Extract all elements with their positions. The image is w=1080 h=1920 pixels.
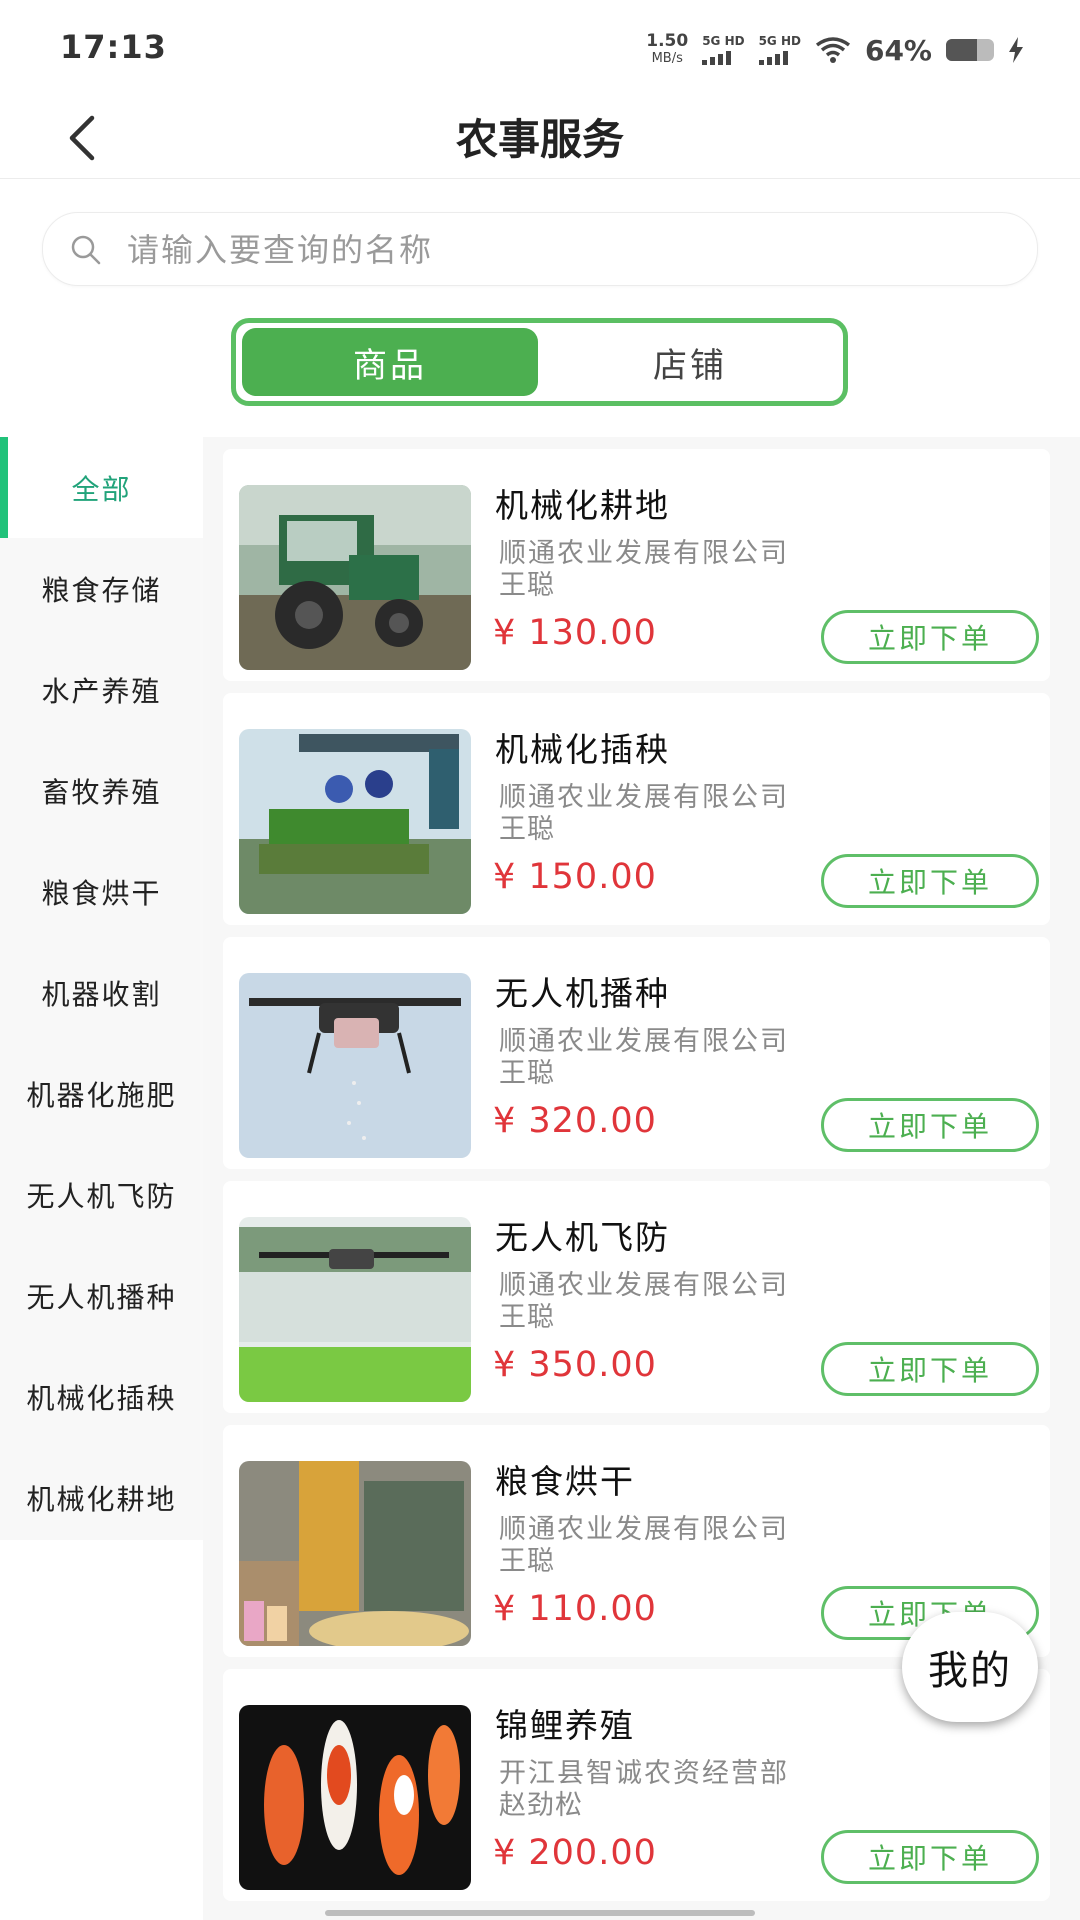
search-input[interactable] — [125, 213, 1009, 287]
order-now-button[interactable]: 立即下单 — [821, 1098, 1039, 1152]
product-contact: 赵劲松 — [499, 1790, 583, 1821]
koi-fish-image — [239, 1705, 471, 1890]
product-title: 机械化插秧 — [495, 730, 670, 769]
seeding-drone-image — [239, 973, 471, 1158]
order-now-button[interactable]: 立即下单 — [821, 610, 1039, 664]
product-price: ¥ 200.00 — [493, 1833, 657, 1873]
network-speed-value: 1.50 — [646, 31, 689, 51]
product-card[interactable]: 无人机播种 顺通农业发展有限公司 王聪 ¥ 320.00 立即下单 — [223, 937, 1050, 1169]
tab-products[interactable]: 商品 — [242, 328, 538, 396]
signal-sim1-icon: 5G HD — [702, 34, 745, 65]
product-contact: 王聪 — [499, 814, 555, 845]
sidebar-item-aquaculture[interactable]: 水产养殖 — [0, 639, 203, 740]
rice-transplanter-image — [239, 729, 471, 914]
battery-icon — [946, 39, 994, 61]
product-card[interactable]: 无人机飞防 顺通农业发展有限公司 王聪 ¥ 350.00 立即下单 — [223, 1181, 1050, 1413]
spraying-drone-image — [239, 1217, 471, 1402]
sidebar-item-machine-harvest[interactable]: 机器收割 — [0, 942, 203, 1043]
sidebar-item-grain-storage[interactable]: 粮食存储 — [0, 538, 203, 639]
product-contact: 王聪 — [499, 570, 555, 601]
status-bar: 17:13 1.50 MB/s 5G HD 5G HD 64% — [0, 0, 1080, 100]
segmented-tabs: 商品 店铺 — [231, 318, 848, 406]
tractor-image — [239, 485, 471, 670]
status-time: 17:13 — [60, 28, 167, 66]
search-bar[interactable] — [42, 212, 1038, 287]
product-contact: 王聪 — [499, 1058, 555, 1089]
signal-sim2-icon: 5G HD — [758, 34, 801, 65]
grain-dryer-image — [239, 1461, 471, 1646]
product-title: 无人机飞防 — [495, 1218, 670, 1257]
battery-percent: 64% — [864, 33, 932, 67]
sidebar-item-all[interactable]: 全部 — [0, 437, 203, 538]
product-price: ¥ 350.00 — [493, 1345, 657, 1385]
order-now-button[interactable]: 立即下单 — [821, 1342, 1039, 1396]
product-title: 锦鲤养殖 — [495, 1706, 635, 1745]
order-now-button[interactable]: 立即下单 — [821, 1830, 1039, 1884]
network-speed-unit: MB/s — [651, 51, 683, 66]
search-icon — [71, 235, 101, 265]
product-price: ¥ 320.00 — [493, 1101, 657, 1141]
sidebar-item-machine-fertilize[interactable]: 机器化施肥 — [0, 1043, 203, 1144]
product-contact: 王聪 — [499, 1302, 555, 1333]
sidebar-item-machine-tillage[interactable]: 机械化耕地 — [0, 1447, 203, 1548]
network-speed: 1.50 MB/s — [646, 33, 688, 67]
product-card[interactable]: 机械化插秧 顺通农业发展有限公司 王聪 ¥ 150.00 立即下单 — [223, 693, 1050, 925]
sidebar-item-livestock[interactable]: 畜牧养殖 — [0, 740, 203, 841]
sidebar-item-grain-drying[interactable]: 粮食烘干 — [0, 841, 203, 942]
order-now-button[interactable]: 立即下单 — [821, 854, 1039, 908]
product-price: ¥ 150.00 — [493, 857, 657, 897]
sidebar-item-drone-spraying[interactable]: 无人机飞防 — [0, 1144, 203, 1245]
sim2-label: 5G HD — [758, 34, 801, 48]
app-header: 农事服务 — [0, 100, 1080, 179]
my-floating-button[interactable]: 我的 — [902, 1612, 1038, 1722]
status-icons: 1.50 MB/s 5G HD 5G HD 64% — [646, 30, 1024, 70]
category-sidebar: 全部 粮食存储 水产养殖 畜牧养殖 粮食烘干 机器收割 机器化施肥 无人机飞防 … — [0, 437, 203, 1540]
product-price: ¥ 110.00 — [493, 1589, 657, 1629]
product-title: 粮食烘干 — [495, 1462, 635, 1501]
page-title: 农事服务 — [455, 115, 624, 164]
charging-icon — [1009, 37, 1023, 63]
home-indicator[interactable] — [325, 1910, 755, 1916]
tab-shops[interactable]: 店铺 — [542, 328, 838, 396]
product-title: 机械化耕地 — [495, 486, 670, 525]
product-contact: 王聪 — [499, 1546, 555, 1577]
sidebar-item-machine-transplant[interactable]: 机械化插秧 — [0, 1346, 203, 1447]
product-price: ¥ 130.00 — [493, 613, 657, 653]
wifi-icon — [815, 37, 851, 63]
product-title: 无人机播种 — [495, 974, 670, 1013]
product-card[interactable]: 机械化耕地 顺通农业发展有限公司 王聪 ¥ 130.00 立即下单 — [223, 449, 1050, 681]
sim1-label: 5G HD — [702, 34, 745, 48]
sidebar-item-drone-seeding[interactable]: 无人机播种 — [0, 1245, 203, 1346]
